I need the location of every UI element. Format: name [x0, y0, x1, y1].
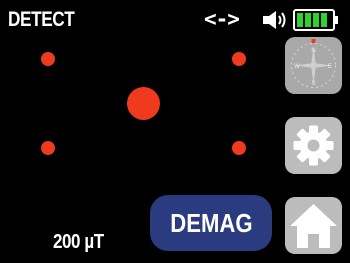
compass-north-label: N — [311, 48, 315, 54]
sensor-dot-top-right — [232, 52, 246, 66]
field-strength-readout: 200 µT — [53, 231, 104, 253]
compass-south-label: S — [311, 81, 315, 87]
gear-icon — [293, 125, 334, 166]
compass-icon: N E S W — [291, 39, 336, 88]
demag-button[interactable]: DEMAG — [150, 195, 272, 251]
settings-button[interactable] — [285, 117, 342, 174]
mode-title: DETECT — [8, 8, 75, 31]
battery-full-icon — [293, 9, 338, 31]
sensor-dot-center — [127, 87, 160, 120]
compass-east-label: E — [328, 64, 332, 70]
sensor-dot-bottom-left — [41, 141, 55, 155]
link-status-indicator: <-> — [204, 7, 240, 31]
home-icon — [290, 204, 337, 248]
speaker-volume-icon[interactable] — [262, 10, 288, 30]
sensor-dot-top-left — [41, 52, 55, 66]
compass-button[interactable]: N E S W — [285, 37, 342, 94]
demag-button-label: DEMAG — [169, 207, 253, 238]
home-button[interactable] — [285, 197, 342, 254]
sensor-dot-bottom-right — [232, 141, 246, 155]
compass-west-label: W — [294, 64, 300, 70]
